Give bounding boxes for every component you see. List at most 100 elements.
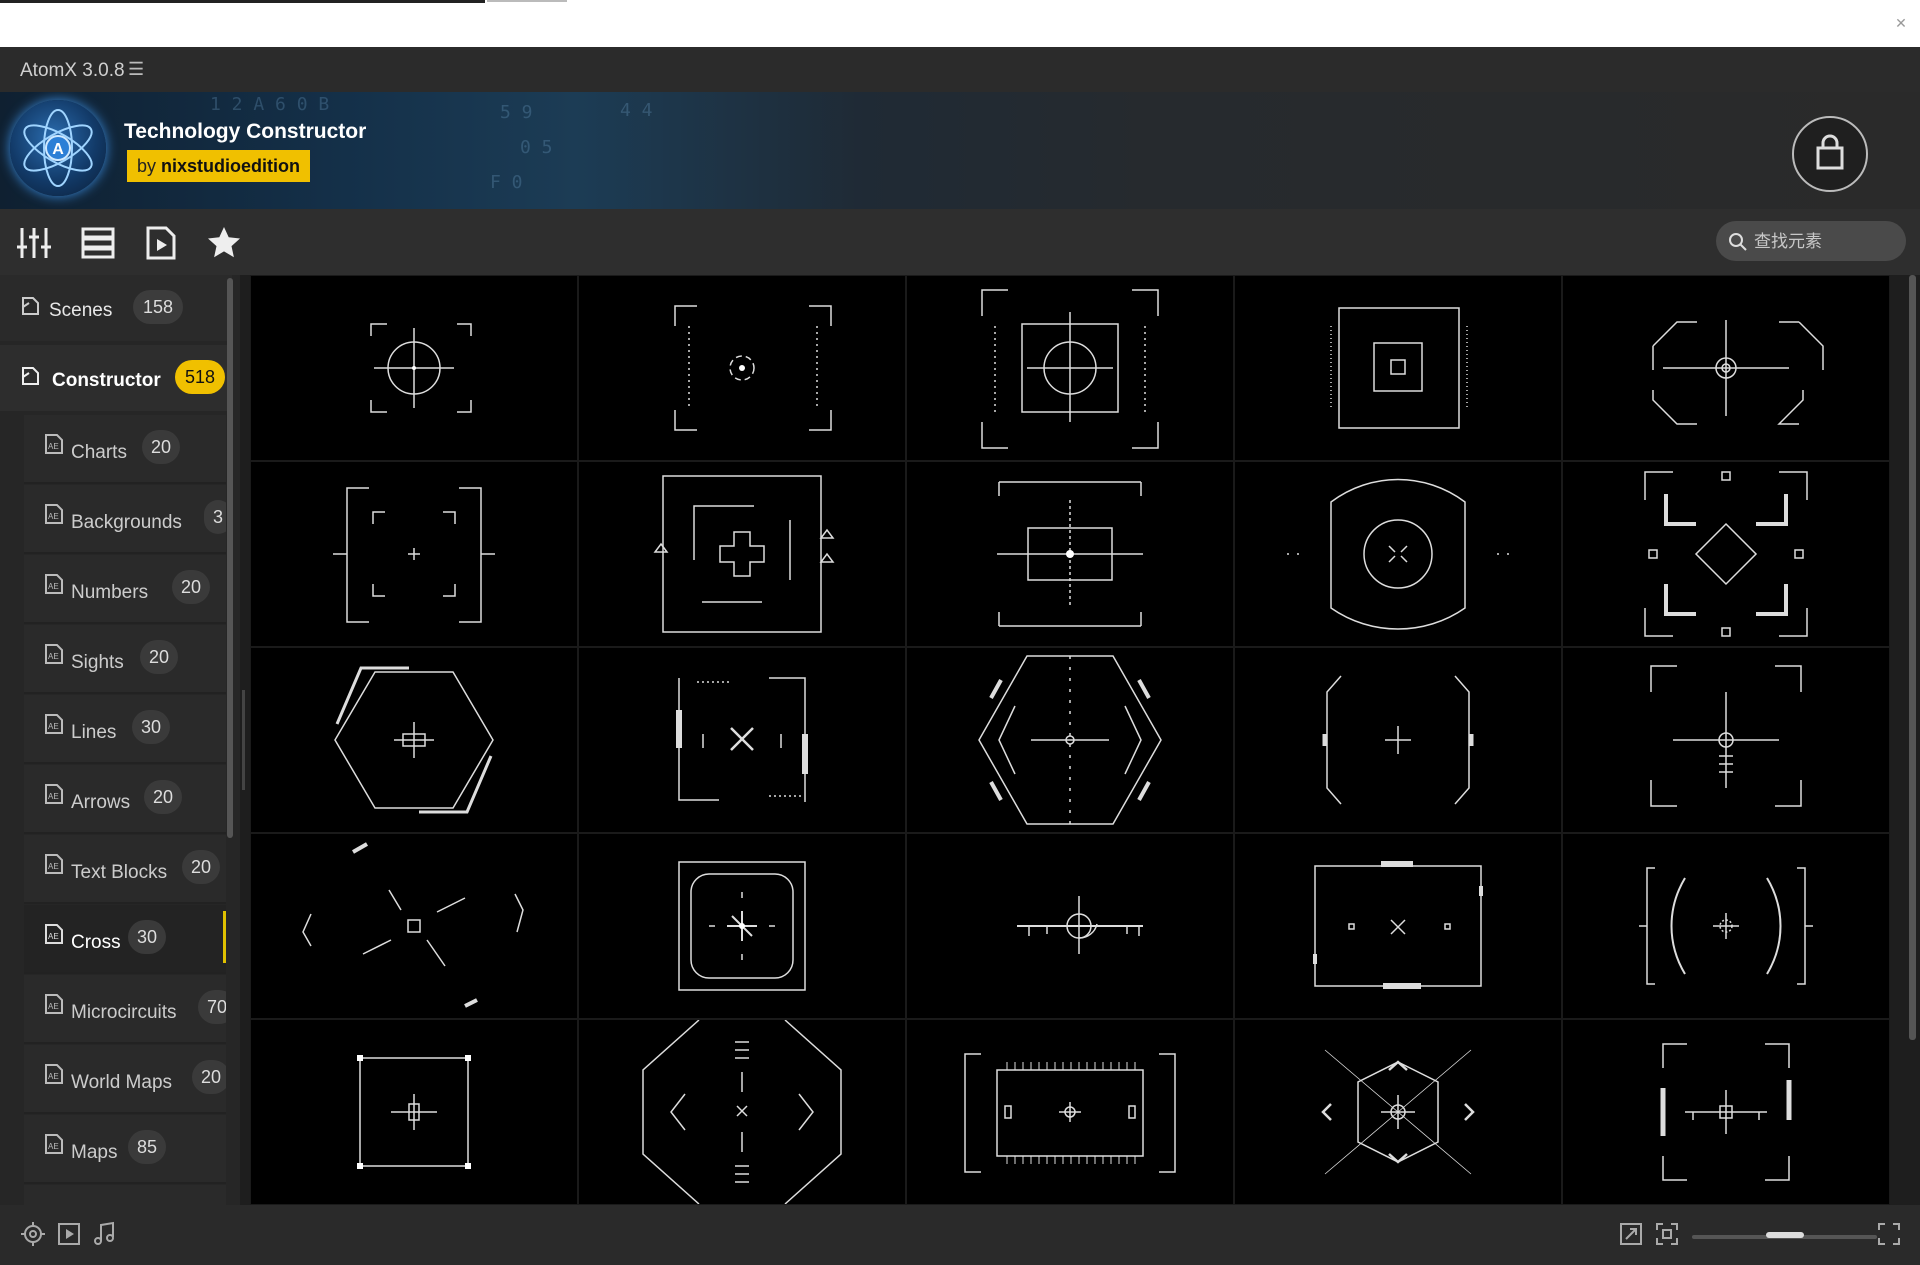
subcategory-count: 20: [182, 850, 221, 884]
subcategory-arrows[interactable]: AE Arrows 20: [24, 765, 226, 834]
grid-item[interactable]: [1563, 648, 1889, 832]
crosshair-thumbnail: [997, 481, 1143, 627]
grid-scrollbar[interactable]: [1909, 275, 1916, 1040]
ae-file-icon: AE: [45, 784, 63, 804]
author-name: nixstudioedition: [161, 156, 301, 176]
banner-decoration: F 0: [490, 172, 523, 193]
folder-link-icon: [22, 297, 39, 315]
crosshair-thumbnail: [334, 666, 494, 814]
crosshair-thumbnail: [1644, 471, 1808, 637]
zoom-slider-thumb[interactable]: [1766, 1232, 1804, 1238]
title-bar: AtomX 3.0.8 ☰: [0, 47, 1920, 92]
music-note-icon[interactable]: [92, 1221, 118, 1247]
author-badge[interactable]: by nixstudioedition: [127, 150, 311, 182]
grid-item[interactable]: [1235, 462, 1561, 646]
category-scenes[interactable]: Scenes 158: [0, 275, 232, 341]
hamburger-icon[interactable]: ☰: [128, 59, 144, 80]
grid-item[interactable]: [251, 834, 577, 1018]
grid-item[interactable]: [1235, 834, 1561, 1018]
grid-item[interactable]: [579, 648, 905, 832]
crosshair-thumbnail: [370, 323, 472, 413]
category-label: Constructor: [52, 370, 161, 391]
grid-item[interactable]: [251, 462, 577, 646]
subcategory-count: 20: [142, 430, 181, 464]
sidebar-scrollbar[interactable]: [227, 278, 233, 838]
crosshair-thumbnail: [1650, 665, 1802, 807]
shop-button[interactable]: [1792, 116, 1868, 192]
subcategory-microcircuits[interactable]: AE Microcircuits 70: [24, 975, 226, 1044]
subcategory-maps[interactable]: AE Maps 85: [24, 1115, 226, 1184]
subcategory-cross[interactable]: AE Cross 30: [24, 905, 226, 974]
grid-item[interactable]: [1235, 1020, 1561, 1204]
subcategory-label: Numbers: [71, 582, 149, 603]
grid-item[interactable]: [907, 648, 1233, 832]
subcategory-lines[interactable]: AE Lines 30: [24, 695, 226, 764]
subcategory-label: Charts: [71, 442, 127, 463]
crosshair-thumbnail: [1321, 1049, 1475, 1175]
grid-item[interactable]: [579, 1020, 905, 1204]
banner-decoration: 0 5: [520, 137, 553, 158]
grid-item[interactable]: [251, 1020, 577, 1204]
svg-text:AE: AE: [48, 1072, 59, 1081]
zoom-slider[interactable]: [1692, 1232, 1877, 1239]
sliders-icon[interactable]: [16, 225, 52, 261]
grid-item[interactable]: [1235, 648, 1561, 832]
category-constructor[interactable]: Constructor 518: [0, 345, 232, 411]
fit-frame-icon[interactable]: [1654, 1221, 1680, 1247]
grid-item[interactable]: [1563, 1020, 1889, 1204]
target-icon[interactable]: [20, 1221, 46, 1247]
grid-item[interactable]: [907, 462, 1233, 646]
close-icon[interactable]: ✕: [1892, 14, 1910, 32]
list-icon[interactable]: [80, 225, 116, 261]
grid-item[interactable]: [251, 648, 577, 832]
grid-item[interactable]: [1235, 276, 1561, 460]
subcategory-count: 70: [198, 990, 226, 1024]
subcategory-text-blocks[interactable]: AE Text Blocks 20: [24, 835, 226, 904]
subcategory-numbers[interactable]: AE Numbers 20: [24, 555, 226, 624]
resize-icon[interactable]: [1618, 1221, 1644, 1247]
grid-item[interactable]: [907, 1020, 1233, 1204]
crosshair-thumbnail: [302, 842, 524, 1008]
crosshair-thumbnail: [1017, 896, 1143, 954]
subcategory-charts[interactable]: AE Charts 20: [24, 415, 226, 484]
category-label: Scenes: [49, 300, 113, 321]
sidebar: Scenes 158 Constructor 518 AE Charts 20 …: [0, 275, 240, 1205]
grid-item[interactable]: [907, 276, 1233, 460]
subcategory-label: World Maps: [71, 1072, 173, 1093]
subcategory-backgrounds[interactable]: AE Backgrounds 3: [24, 485, 226, 554]
play-box-icon[interactable]: [56, 1221, 82, 1247]
subcategory-count: 30: [128, 920, 167, 954]
subcategory-world-maps[interactable]: AE World Maps 20: [24, 1045, 226, 1114]
subcategory-label: Sights: [71, 652, 124, 673]
subcategory-count: 3: [204, 500, 226, 534]
ae-file-icon: AE: [45, 854, 63, 874]
crosshair-thumbnail: [674, 305, 832, 431]
svg-text:AE: AE: [48, 792, 59, 801]
star-icon[interactable]: [206, 225, 242, 261]
subcategory-count: 20: [140, 640, 179, 674]
fullscreen-icon[interactable]: [1876, 1221, 1902, 1247]
subcategory-label: Maps: [71, 1142, 118, 1163]
ae-file-icon: AE: [45, 434, 63, 454]
svg-text:AE: AE: [48, 442, 59, 451]
grid-item[interactable]: [579, 462, 905, 646]
grid-item[interactable]: [579, 834, 905, 1018]
subcategory-count: 20: [192, 1060, 226, 1094]
subcategory-sights[interactable]: AE Sights 20: [24, 625, 226, 694]
grid-item[interactable]: [1563, 276, 1889, 460]
grid-item[interactable]: [579, 276, 905, 460]
media-file-icon[interactable]: [143, 225, 179, 261]
grid-item[interactable]: [1563, 462, 1889, 646]
search-input[interactable]: [1752, 227, 1896, 257]
subcategory-label: Cross: [71, 932, 121, 953]
svg-text:AE: AE: [48, 512, 59, 521]
grid-item[interactable]: [251, 276, 577, 460]
grid-item[interactable]: [1563, 834, 1889, 1018]
folder-link-icon: [22, 367, 39, 385]
search-box[interactable]: [1716, 221, 1906, 261]
grid-item[interactable]: [907, 834, 1233, 1018]
subcategory-label: Arrows: [71, 792, 131, 813]
subcategory-more[interactable]: [24, 1185, 226, 1205]
crosshair-thumbnail: [1652, 320, 1824, 425]
panel-splitter[interactable]: [242, 690, 245, 790]
